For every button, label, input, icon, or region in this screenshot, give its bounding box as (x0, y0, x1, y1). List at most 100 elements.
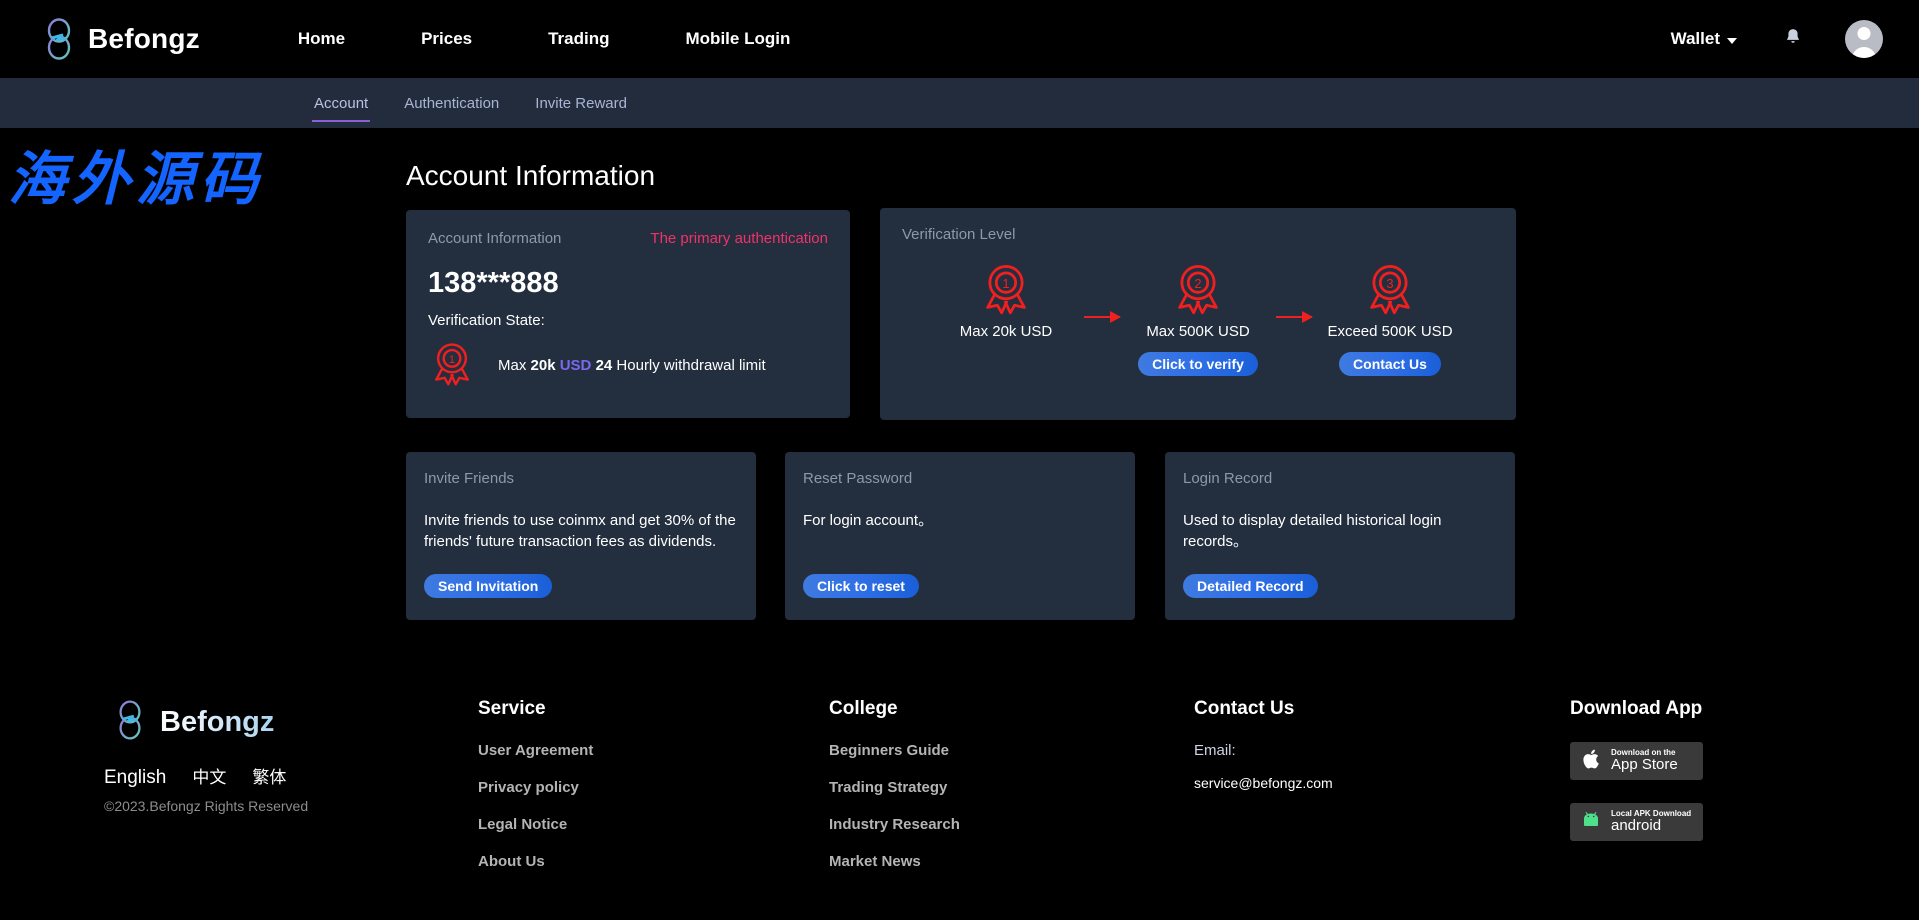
verification-level-2: 2 Max 500K USD Click to verify (1128, 260, 1268, 376)
limit-suffix: Hourly withdrawal limit (616, 357, 765, 374)
footer-column-title: Service (478, 698, 593, 720)
verification-level-1: 1 Max 20k USD (936, 260, 1076, 340)
sub-nav: Account Authentication Invite Reward (0, 78, 1919, 128)
app-store-big-label: App Store (1611, 757, 1678, 773)
contact-us-button[interactable]: Contact Us (1339, 352, 1441, 376)
footer-link-about-us[interactable]: About Us (478, 853, 593, 870)
android-big-label: android (1611, 818, 1691, 834)
send-invitation-button[interactable]: Send Invitation (424, 574, 552, 598)
footer-link-privacy-policy[interactable]: Privacy policy (478, 779, 593, 796)
reset-password-description: For login account。 (803, 510, 1117, 531)
medal-badge-3-icon: 3 (1362, 303, 1418, 320)
svg-text:1: 1 (1002, 276, 1009, 291)
login-record-description: Used to display detailed historical logi… (1183, 510, 1497, 552)
app-store-download-button[interactable]: Download on the App Store (1570, 742, 1703, 780)
app-store-label: Download on the App Store (1611, 749, 1678, 773)
account-card-header: Account Information The primary authenti… (428, 230, 828, 247)
svg-text:3: 3 (1386, 276, 1393, 291)
limit-hours: 24 (596, 357, 613, 374)
bell-icon[interactable] (1783, 27, 1803, 52)
status-badge: The primary authentication (650, 230, 828, 247)
limit-amount: 20k (531, 357, 556, 374)
verification-card-label: Verification Level (902, 226, 1015, 243)
header-right-controls: Wallet (1671, 0, 1883, 78)
verification-level-name: Max 20k USD (936, 323, 1076, 340)
nav-item-trading[interactable]: Trading (548, 29, 609, 49)
footer-column-title: Download App (1570, 698, 1703, 720)
language-option-english[interactable]: English (104, 767, 166, 789)
verification-level-3: 3 Exceed 500K USD Contact Us (1320, 260, 1460, 376)
email-value[interactable]: service@befongz.com (1194, 775, 1333, 791)
site-footer: Befongz English 中文 繁体 ©2023.Befongz Righ… (0, 668, 1919, 920)
footer-link-legal-notice[interactable]: Legal Notice (478, 816, 593, 833)
subnav-item-authentication[interactable]: Authentication (402, 78, 501, 128)
invite-friends-label: Invite Friends (424, 470, 514, 487)
subnav-item-label: Invite Reward (535, 95, 627, 112)
subnav-item-label: Authentication (404, 95, 499, 112)
footer-brand-name: Befongz (160, 706, 274, 739)
language-option-simplified-chinese[interactable]: 中文 (192, 763, 226, 788)
android-apk-download-button[interactable]: Local APK Download android (1570, 803, 1703, 841)
brand-logo-link[interactable]: Befongz (42, 18, 200, 60)
footer-column-college: College Beginners Guide Trading Strategy… (829, 698, 960, 890)
detailed-record-button[interactable]: Detailed Record (1183, 574, 1318, 598)
verification-level-card: Verification Level 1 Max 20k USD (880, 208, 1516, 420)
apple-icon (1579, 746, 1603, 777)
footer-link-industry-research[interactable]: Industry Research (829, 816, 960, 833)
wallet-label: Wallet (1671, 29, 1720, 49)
android-label: Local APK Download android (1611, 810, 1691, 834)
language-switcher: English 中文 繁体 (104, 763, 312, 789)
footer-column-title: College (829, 698, 960, 720)
verification-level-name: Exceed 500K USD (1320, 323, 1460, 340)
footer-link-beginners-guide[interactable]: Beginners Guide (829, 742, 960, 759)
avatar-head (1858, 27, 1871, 40)
language-option-traditional-chinese[interactable]: 繁体 (252, 763, 286, 788)
wallet-menu[interactable]: Wallet (1671, 29, 1737, 49)
nav-item-mobile-login[interactable]: Mobile Login (686, 29, 791, 49)
reset-password-card: Reset Password For login account。 Click … (785, 452, 1135, 620)
click-to-verify-button[interactable]: Click to verify (1138, 352, 1258, 376)
footer-column-contact: Contact Us Email: service@befongz.com (1194, 698, 1333, 791)
nav-item-prices[interactable]: Prices (421, 29, 472, 49)
account-phone-masked: 138***888 (428, 267, 828, 300)
footer-link-market-news[interactable]: Market News (829, 853, 960, 870)
footer-column-title: Contact Us (1194, 698, 1333, 720)
medal-badge-1-icon: 1 (978, 303, 1034, 320)
footer-column-download: Download App Download on the App Store (1570, 698, 1703, 864)
arrow-right-icon (1276, 316, 1312, 318)
chevron-down-icon (1727, 38, 1737, 44)
user-avatar-icon[interactable] (1845, 20, 1883, 58)
arrow-right-icon (1084, 316, 1120, 318)
befongz-logo-icon (42, 18, 76, 60)
account-information-card: Account Information The primary authenti… (406, 210, 850, 418)
verification-state-label: Verification State: (428, 312, 828, 329)
limit-currency: USD (560, 357, 592, 374)
footer-brand[interactable]: Befongz (114, 700, 274, 745)
svg-text:2: 2 (1194, 276, 1201, 291)
invite-friends-description: Invite friends to use coinmx and get 30%… (424, 510, 738, 552)
top-header: Befongz Home Prices Trading Mobile Login… (0, 0, 1919, 78)
footer-link-user-agreement[interactable]: User Agreement (478, 742, 593, 759)
avatar-body (1852, 47, 1876, 58)
email-label: Email: (1194, 742, 1333, 759)
medal-badge-1-icon: 1 (428, 339, 476, 392)
subnav-item-account[interactable]: Account (312, 78, 370, 128)
footer-link-trading-strategy[interactable]: Trading Strategy (829, 779, 960, 796)
page-title: Account Information (406, 160, 1919, 192)
copyright-text: ©2023.Befongz Rights Reserved (104, 796, 314, 816)
brand-name: Befongz (88, 23, 200, 55)
withdrawal-limit-text: Max 20k USD 24 Hourly withdrawal limit (498, 357, 766, 374)
verification-levels: 1 Max 20k USD 2 Max 500K USD Click to ve… (902, 260, 1494, 376)
click-to-reset-button[interactable]: Click to reset (803, 574, 919, 598)
main-nav: Home Prices Trading Mobile Login (298, 29, 867, 49)
medal-badge-2-icon: 2 (1170, 303, 1226, 320)
befongz-logo-icon (114, 700, 146, 745)
verification-level-name: Max 500K USD (1128, 323, 1268, 340)
subnav-item-invite-reward[interactable]: Invite Reward (533, 78, 629, 128)
login-record-label: Login Record (1183, 470, 1272, 487)
account-card-label: Account Information (428, 230, 561, 247)
footer-column-service: Service User Agreement Privacy policy Le… (478, 698, 593, 890)
nav-item-home[interactable]: Home (298, 29, 345, 49)
subnav-item-label: Account (314, 95, 368, 112)
login-record-card: Login Record Used to display detailed hi… (1165, 452, 1515, 620)
